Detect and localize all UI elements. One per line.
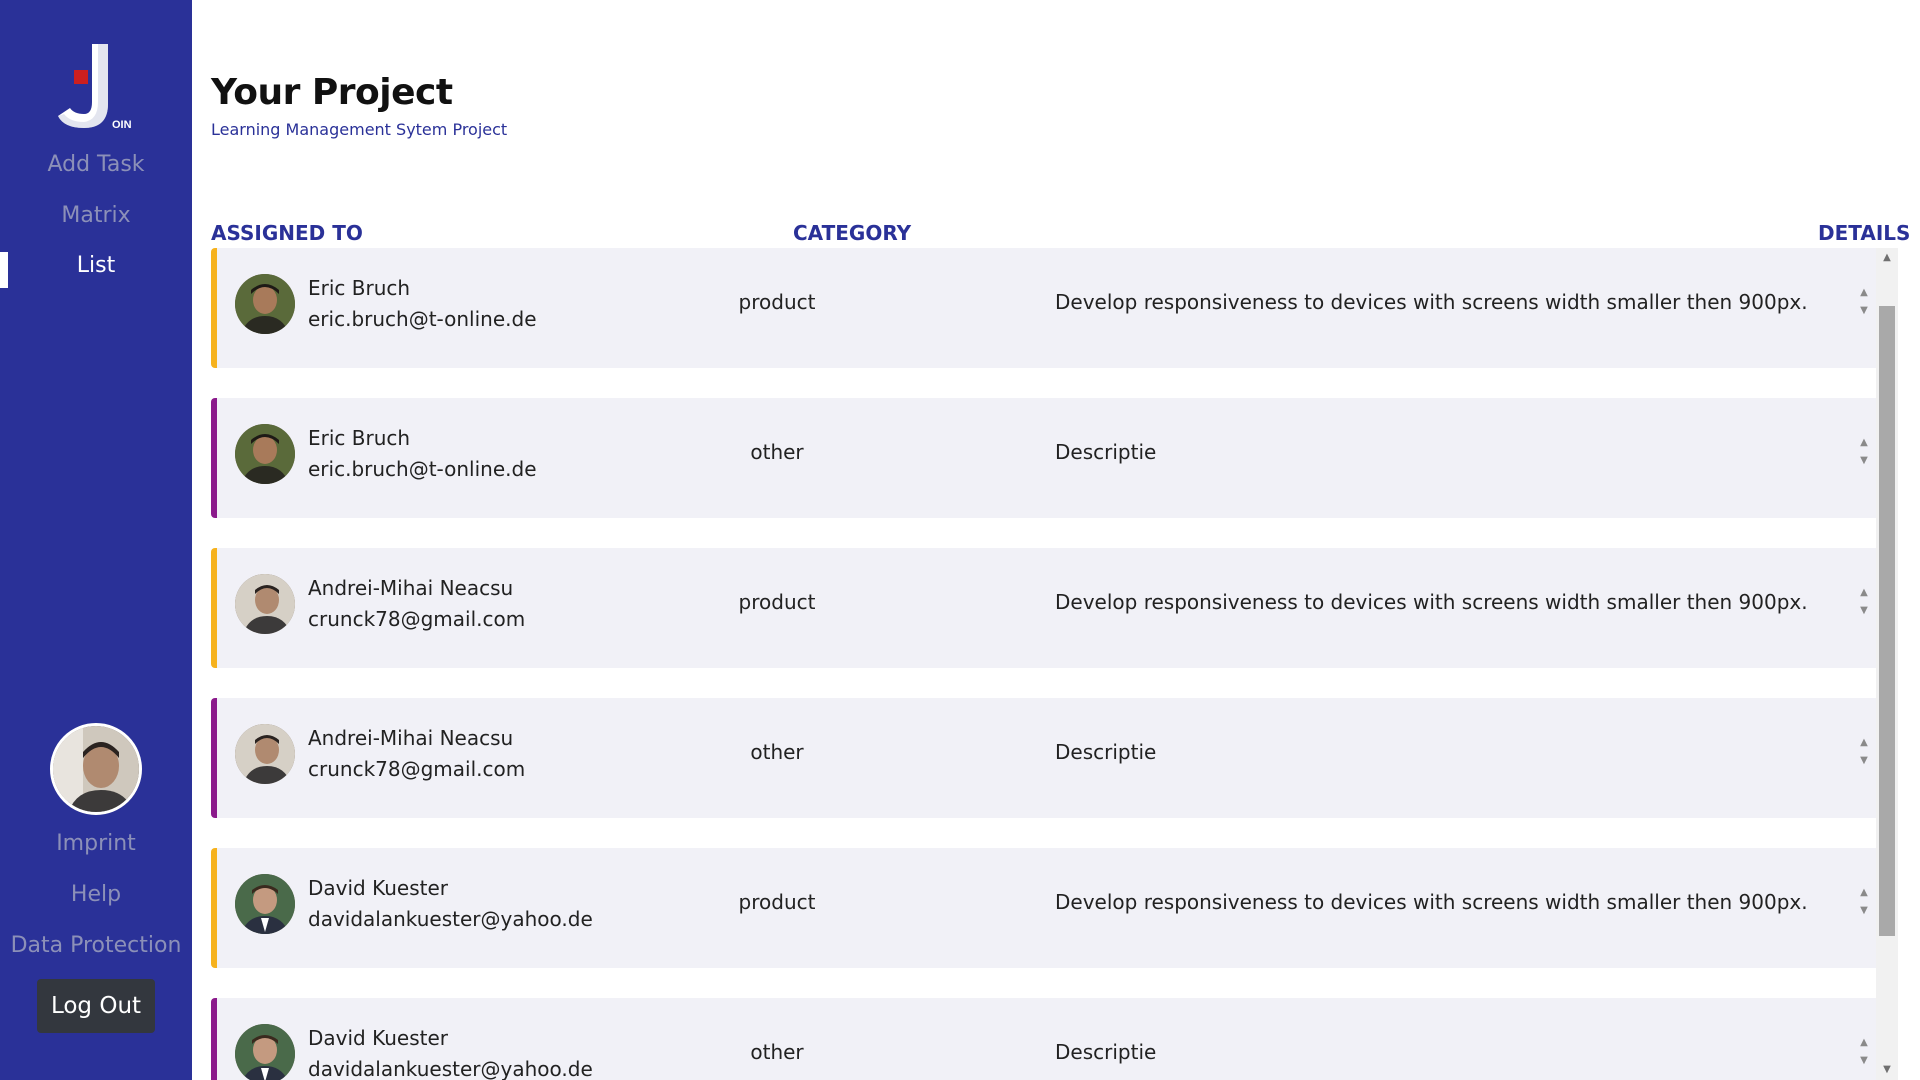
details-spinner[interactable]: ▲ ▼: [1857, 284, 1871, 324]
assignee-email: eric.bruch@t-online.de: [308, 457, 537, 481]
spin-up-icon[interactable]: ▲: [1857, 734, 1871, 752]
assignee-name: Andrei-Mihai Neacsu: [308, 726, 514, 750]
assignee-avatar: [235, 1024, 295, 1080]
assignee-avatar: [235, 274, 295, 334]
assignee-name: David Kuester: [308, 876, 448, 900]
assignee-email: crunck78@gmail.com: [308, 757, 526, 781]
assignee-email: davidalankuester@yahoo.de: [308, 907, 593, 931]
page-title: Your Project: [211, 72, 453, 113]
logout-button[interactable]: Log Out: [37, 979, 155, 1033]
spin-up-icon[interactable]: ▲: [1857, 1034, 1871, 1052]
details-spinner[interactable]: ▲ ▼: [1857, 884, 1871, 924]
assignee-email: davidalankuester@yahoo.de: [308, 1057, 593, 1080]
assignee-avatar: [235, 574, 295, 634]
logo-text: OIN: [112, 119, 132, 131]
assignee-avatar: [235, 874, 295, 934]
nav-list[interactable]: List: [0, 253, 192, 278]
task-row[interactable]: Eric Bruch eric.bruch@t-online.de other …: [211, 398, 1876, 518]
task-row[interactable]: Eric Bruch eric.bruch@t-online.de produc…: [211, 248, 1876, 368]
assignee-avatar: [235, 724, 295, 784]
assignee-email: crunck78@gmail.com: [308, 607, 526, 631]
assignee-name: David Kuester: [308, 1026, 448, 1050]
nav-add-task[interactable]: Add Task: [0, 152, 192, 177]
sidebar: OIN Add Task Matrix List Imprint Help Da…: [0, 0, 192, 1080]
task-description: Descriptie: [1055, 440, 1157, 464]
column-header-category: CATEGORY: [793, 221, 912, 245]
task-row[interactable]: Andrei-Mihai Neacsu crunck78@gmail.com p…: [211, 548, 1876, 668]
spin-down-icon[interactable]: ▼: [1857, 902, 1871, 920]
details-spinner[interactable]: ▲ ▼: [1857, 734, 1871, 774]
scrollbar-thumb[interactable]: [1879, 306, 1895, 936]
assignee-avatar: [235, 424, 295, 484]
assignee-name: Eric Bruch: [308, 426, 411, 450]
scroll-down-icon[interactable]: ▼: [1876, 1060, 1898, 1080]
task-row[interactable]: David Kuester davidalankuester@yahoo.de …: [211, 998, 1876, 1080]
task-category: other: [750, 440, 804, 464]
task-description: Develop responsiveness to devices with s…: [1055, 590, 1808, 614]
task-row[interactable]: David Kuester davidalankuester@yahoo.de …: [211, 848, 1876, 968]
app-window: OIN Add Task Matrix List Imprint Help Da…: [0, 0, 1920, 1080]
assignee-name: Andrei-Mihai Neacsu: [308, 576, 514, 600]
column-header-assigned-to: ASSIGNED TO: [211, 221, 363, 245]
task-row[interactable]: Andrei-Mihai Neacsu crunck78@gmail.com o…: [211, 698, 1876, 818]
join-logo[interactable]: OIN: [56, 42, 136, 138]
task-category: product: [738, 590, 816, 614]
spin-up-icon[interactable]: ▲: [1857, 884, 1871, 902]
details-spinner[interactable]: ▲ ▼: [1857, 1034, 1871, 1074]
task-description: Develop responsiveness to devices with s…: [1055, 890, 1808, 914]
task-description: Descriptie: [1055, 1040, 1157, 1064]
spin-down-icon[interactable]: ▼: [1857, 1052, 1871, 1070]
task-category: other: [750, 740, 804, 764]
spin-down-icon[interactable]: ▼: [1857, 602, 1871, 620]
spin-up-icon[interactable]: ▲: [1857, 584, 1871, 602]
details-spinner[interactable]: ▲ ▼: [1857, 434, 1871, 474]
task-description: Descriptie: [1055, 740, 1157, 764]
user-avatar-image: [53, 726, 139, 812]
spin-down-icon[interactable]: ▼: [1857, 752, 1871, 770]
spin-up-icon[interactable]: ▲: [1857, 434, 1871, 452]
footer-imprint[interactable]: Imprint: [0, 831, 192, 856]
spin-down-icon[interactable]: ▼: [1857, 452, 1871, 470]
task-category: product: [738, 290, 816, 314]
task-list: Eric Bruch eric.bruch@t-online.de produc…: [211, 248, 1901, 1080]
task-description: Develop responsiveness to devices with s…: [1055, 290, 1808, 314]
spin-up-icon[interactable]: ▲: [1857, 284, 1871, 302]
assignee-name: Eric Bruch: [308, 276, 411, 300]
task-category: other: [750, 1040, 804, 1064]
column-header-details: DETAILS: [1818, 221, 1911, 245]
footer-help[interactable]: Help: [0, 882, 192, 907]
scroll-up-icon[interactable]: ▲: [1876, 248, 1898, 268]
spin-down-icon[interactable]: ▼: [1857, 302, 1871, 320]
task-category: product: [738, 890, 816, 914]
page-subtitle: Learning Management Sytem Project: [211, 120, 508, 139]
user-avatar[interactable]: [50, 723, 142, 815]
footer-data-protection[interactable]: Data Protection: [0, 933, 192, 958]
nav-matrix[interactable]: Matrix: [0, 203, 192, 228]
details-spinner[interactable]: ▲ ▼: [1857, 584, 1871, 624]
assignee-email: eric.bruch@t-online.de: [308, 307, 537, 331]
